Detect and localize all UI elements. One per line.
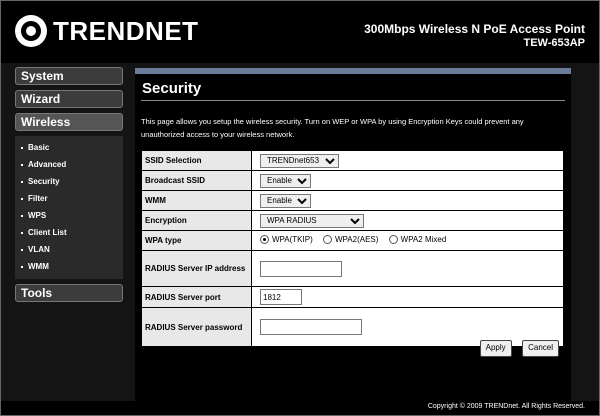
encryption-select[interactable]: WPA RADIUS bbox=[260, 213, 364, 228]
radio-label: WPA(TKIP) bbox=[272, 235, 313, 244]
radius-password-label: RADIUS Server password bbox=[141, 307, 252, 347]
wpa2-mixed-option[interactable]: WPA2 Mixed bbox=[388, 235, 447, 244]
page-description: This page allows you setup the wireless … bbox=[141, 117, 524, 139]
bullet-icon bbox=[21, 180, 23, 183]
submenu-label: Client List bbox=[28, 228, 67, 237]
wmm-select[interactable]: Enable bbox=[260, 193, 311, 208]
bullet-icon bbox=[21, 197, 23, 200]
router-admin-window: TRENDNET 300Mbps Wireless N PoE Access P… bbox=[0, 0, 600, 416]
submenu-item-security[interactable]: Security bbox=[15, 173, 123, 190]
form-buttons: Apply Cancel bbox=[474, 337, 559, 357]
product-name: 300Mbps Wireless N PoE Access Point bbox=[364, 22, 585, 36]
form-row: RADIUS Server port bbox=[141, 286, 564, 308]
form-value-cell: WPA RADIUS bbox=[251, 210, 564, 231]
security-form: SSID Selection TRENDnet653 Broadcast SSI… bbox=[141, 150, 564, 347]
radio-label: WPA2(AES) bbox=[334, 235, 379, 244]
radius-port-input[interactable] bbox=[260, 289, 302, 305]
radio-selected-icon bbox=[260, 235, 269, 244]
bullet-icon bbox=[21, 146, 23, 149]
bullet-icon bbox=[21, 231, 23, 234]
submenu-label: WPS bbox=[28, 211, 47, 220]
form-value-cell: Enable bbox=[251, 170, 564, 191]
panel-top-bar bbox=[135, 68, 571, 74]
submenu-item-vlan[interactable]: VLAN bbox=[15, 241, 123, 258]
apply-button[interactable]: Apply bbox=[479, 340, 512, 357]
bullet-icon bbox=[21, 163, 23, 166]
sidebar-nav: System Wizard Wireless Basic Advanced Se… bbox=[15, 67, 123, 307]
footer-bar: Copyright © 2009 TRENDnet. All Rights Re… bbox=[1, 401, 599, 415]
submenu-item-wmm[interactable]: WMM bbox=[15, 258, 123, 275]
submenu-label: WMM bbox=[28, 262, 49, 271]
ssid-selection-select[interactable]: TRENDnet653 bbox=[260, 153, 339, 168]
copyright-text: Copyright © 2009 TRENDnet. All Rights Re… bbox=[427, 403, 585, 410]
header-bar: TRENDNET 300Mbps Wireless N PoE Access P… bbox=[1, 1, 599, 63]
sidebar-item-wireless[interactable]: Wireless bbox=[15, 113, 123, 131]
radius-port-label: RADIUS Server port bbox=[141, 286, 252, 308]
bullet-icon bbox=[21, 248, 23, 251]
form-row: RADIUS Server IP address bbox=[141, 250, 564, 287]
submenu-item-filter[interactable]: Filter bbox=[15, 190, 123, 207]
form-value-cell: Enable bbox=[251, 190, 564, 211]
submenu-label: Security bbox=[28, 177, 60, 186]
radio-icon bbox=[388, 235, 398, 244]
broadcast-ssid-select[interactable]: Enable bbox=[260, 173, 311, 188]
form-row: WPA type WPA(TKIP) WPA2(AES) WPA2 Mixed bbox=[141, 230, 564, 251]
trendnet-logo: TRENDNET bbox=[15, 15, 198, 49]
broadcast-ssid-label: Broadcast SSID bbox=[141, 170, 252, 191]
form-value-cell: TRENDnet653 bbox=[251, 150, 564, 171]
bullet-icon bbox=[21, 214, 23, 217]
form-value-cell bbox=[251, 286, 564, 308]
sidebar-item-tools[interactable]: Tools bbox=[15, 284, 123, 302]
wpa-tkip-option[interactable]: WPA(TKIP) bbox=[260, 235, 313, 244]
form-row: Encryption WPA RADIUS bbox=[141, 210, 564, 231]
submenu-item-basic[interactable]: Basic bbox=[15, 139, 123, 156]
form-row: SSID Selection TRENDnet653 bbox=[141, 150, 564, 171]
submenu-label: Basic bbox=[28, 143, 50, 152]
encryption-label: Encryption bbox=[141, 210, 252, 231]
form-row: WMM Enable bbox=[141, 190, 564, 211]
submenu-item-wps[interactable]: WPS bbox=[15, 207, 123, 224]
form-value-cell bbox=[251, 250, 564, 287]
submenu-item-client-list[interactable]: Client List bbox=[15, 224, 123, 241]
ssid-selection-label: SSID Selection bbox=[141, 150, 252, 171]
wpa-type-label: WPA type bbox=[141, 230, 252, 251]
sidebar-item-wizard[interactable]: Wizard bbox=[15, 90, 123, 108]
page-title: Security bbox=[142, 80, 202, 97]
wmm-label: WMM bbox=[141, 190, 252, 211]
submenu-label: Advanced bbox=[28, 160, 67, 169]
radius-ip-label: RADIUS Server IP address bbox=[141, 250, 252, 287]
cancel-button[interactable]: Cancel bbox=[522, 340, 559, 357]
product-model: TEW-653AP bbox=[523, 37, 585, 49]
submenu-label: VLAN bbox=[28, 245, 50, 254]
logo-text: TRENDNET bbox=[53, 16, 199, 46]
wireless-submenu: Basic Advanced Security Filter WPS Clien… bbox=[15, 136, 123, 279]
form-value-cell: WPA(TKIP) WPA2(AES) WPA2 Mixed bbox=[251, 230, 564, 251]
wpa2-aes-option[interactable]: WPA2(AES) bbox=[322, 235, 379, 244]
radius-ip-input[interactable] bbox=[260, 260, 342, 277]
trendnet-logo-icon bbox=[15, 15, 47, 47]
radio-label: WPA2 Mixed bbox=[400, 235, 447, 244]
main-panel: Security This page allows you setup the … bbox=[135, 68, 571, 402]
submenu-label: Filter bbox=[28, 194, 48, 203]
radio-icon bbox=[322, 235, 332, 244]
submenu-item-advanced[interactable]: Advanced bbox=[15, 156, 123, 173]
sidebar-item-system[interactable]: System bbox=[15, 67, 123, 85]
title-divider bbox=[141, 100, 565, 101]
bullet-icon bbox=[21, 265, 23, 268]
form-row: Broadcast SSID Enable bbox=[141, 170, 564, 191]
radius-password-input[interactable] bbox=[260, 319, 362, 335]
